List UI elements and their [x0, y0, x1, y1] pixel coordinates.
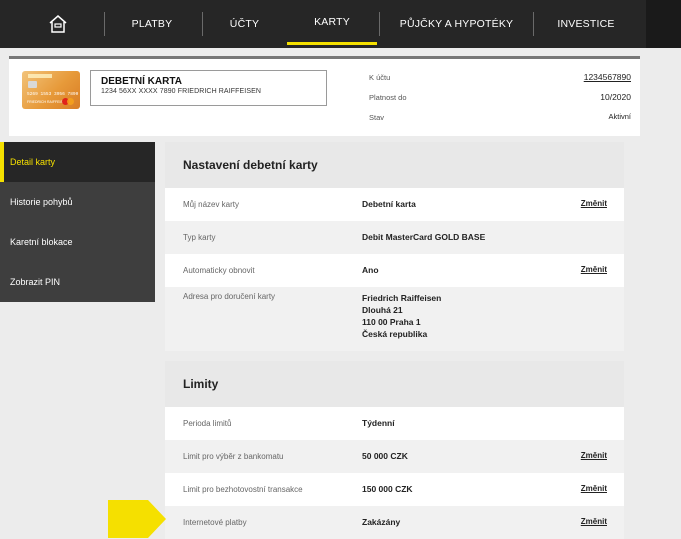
- row-label: Limit pro výběr z bankomatu: [183, 452, 284, 461]
- table-row: Internetové platby Zakázány Změnit: [165, 506, 624, 539]
- table-row: Automaticky obnovit Ano Změnit: [165, 254, 624, 287]
- card-image-number: 5269 1553 3956 7890: [27, 92, 79, 97]
- nav-tab-investice[interactable]: INVESTICE: [538, 0, 634, 48]
- sidebar-item-blocking[interactable]: Karetní blokace: [0, 222, 155, 262]
- address-value: Friedrich Raiffeisen Dlouhá 21 110 00 Pr…: [362, 292, 441, 340]
- nav-tab-pujcky[interactable]: PŮJČKY A HYPOTÉKY: [385, 0, 528, 48]
- change-auto-renew-link[interactable]: Změnit: [581, 265, 607, 274]
- validity-label: Platnost do: [369, 93, 407, 102]
- card-image: 5269 1553 3956 7890 FRIEDRICH RAIFFEISEN: [22, 71, 80, 109]
- section-gap: [165, 351, 624, 361]
- mastercard-icon: [62, 98, 74, 105]
- nav-separator: [533, 12, 534, 36]
- bank-logo: [28, 74, 52, 78]
- table-row: Perioda limitů Týdenní: [165, 407, 624, 440]
- row-label: Typ karty: [183, 233, 216, 242]
- row-label: Adresa pro doručení karty: [183, 292, 276, 301]
- row-value: 50 000 CZK: [362, 451, 408, 461]
- table-row: Limit pro výběr z bankomatu 50 000 CZK Z…: [165, 440, 624, 473]
- address-line: Česká republika: [362, 329, 428, 339]
- nav-edge: [646, 0, 681, 48]
- home-icon[interactable]: [48, 14, 68, 34]
- sidebar: Detail karty Historie pohybů Karetní blo…: [0, 142, 155, 302]
- row-value: Debetní karta: [362, 199, 416, 209]
- row-value: 150 000 CZK: [362, 484, 413, 494]
- table-row: Adresa pro doručení karty Friedrich Raif…: [165, 287, 624, 351]
- row-value: Týdenní: [362, 418, 395, 428]
- sidebar-item-pin[interactable]: Zobrazit PIN: [0, 262, 155, 302]
- nav-tab-platby[interactable]: PLATBY: [108, 0, 196, 48]
- row-value: Zakázány: [362, 517, 401, 527]
- top-navigation: PLATBY ÚČTY KARTY PŮJČKY A HYPOTÉKY INVE…: [0, 0, 681, 48]
- status-label: Stav: [369, 113, 385, 122]
- status-value: Aktivní: [608, 112, 631, 121]
- limits-title: Limity: [165, 361, 624, 407]
- row-label: Perioda limitů: [183, 419, 232, 428]
- nav-tab-ucty[interactable]: ÚČTY: [207, 0, 282, 48]
- row-label: Automaticky obnovit: [183, 266, 255, 275]
- main-content: Nastavení debetní karty Můj název karty …: [165, 142, 624, 539]
- table-row: Můj název karty Debetní karta Změnit: [165, 188, 624, 221]
- change-card-name-link[interactable]: Změnit: [581, 199, 607, 208]
- address-line: Dlouhá 21: [362, 305, 403, 315]
- card-summary: 5269 1553 3956 7890 FRIEDRICH RAIFFEISEN…: [9, 56, 640, 136]
- chip-icon: [28, 81, 37, 88]
- nav-separator: [379, 12, 380, 36]
- nav-tab-karty[interactable]: KARTY: [287, 0, 377, 45]
- settings-title: Nastavení debetní karty: [165, 142, 624, 188]
- change-atm-limit-link[interactable]: Změnit: [581, 451, 607, 460]
- nav-separator: [104, 12, 105, 36]
- card-subtitle: 1234 56XX XXXX 7890 FRIEDRICH RAIFFEISEN: [101, 88, 262, 95]
- sidebar-item-detail[interactable]: Detail karty: [0, 142, 155, 182]
- row-value: Ano: [362, 265, 379, 275]
- table-row: Typ karty Debit MasterCard GOLD BASE: [165, 221, 624, 254]
- account-link[interactable]: 1234567890: [584, 72, 631, 82]
- row-label: Můj název karty: [183, 200, 240, 209]
- change-cashless-limit-link[interactable]: Změnit: [581, 484, 607, 493]
- card-title: DEBETNÍ KARTA: [101, 76, 182, 87]
- address-line: Friedrich Raiffeisen: [362, 293, 442, 303]
- validity-value: 10/2020: [600, 92, 631, 102]
- change-internet-payments-link[interactable]: Změnit: [581, 517, 607, 526]
- table-row: Limit pro bezhotovostní transakce 150 00…: [165, 473, 624, 506]
- row-label: Limit pro bezhotovostní transakce: [183, 485, 303, 494]
- sidebar-item-history[interactable]: Historie pohybů: [0, 182, 155, 222]
- row-label: Internetové platby: [183, 518, 247, 527]
- row-value: Debit MasterCard GOLD BASE: [362, 232, 486, 242]
- highlight-arrow-icon: [108, 500, 166, 538]
- address-line: 110 00 Praha 1: [362, 317, 421, 327]
- nav-separator: [202, 12, 203, 36]
- card-info-box: DEBETNÍ KARTA 1234 56XX XXXX 7890 FRIEDR…: [90, 70, 327, 106]
- account-label: K účtu: [369, 73, 391, 82]
